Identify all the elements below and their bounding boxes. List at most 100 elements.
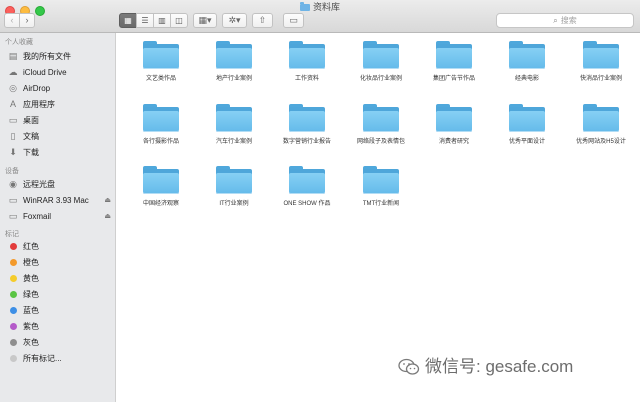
arrange-button[interactable]: ▦▾ <box>193 13 217 28</box>
folder-item[interactable]: 地产行业案例 <box>197 36 271 100</box>
folder-item[interactable]: IT行业案例 <box>197 161 271 225</box>
folder-item[interactable]: 文艺类作品 <box>124 36 198 100</box>
folder-icon <box>583 41 619 69</box>
folder-item[interactable]: 消费者研究 <box>417 99 491 163</box>
folder-name: 经典电影 <box>514 76 539 82</box>
folder-item[interactable]: 网络段子及表情包 <box>344 99 418 163</box>
sidebar-item-tag-3[interactable]: 绿色 <box>0 287 115 302</box>
drive-icon: ▭ <box>8 195 18 205</box>
sidebar-item-device-0[interactable]: ◉ 远程光盘 <box>0 177 115 192</box>
sidebar-item-tag-0[interactable]: 红色 <box>0 239 115 254</box>
sidebar-item-favorite-1[interactable]: ☁ iCloud Drive <box>0 65 115 80</box>
folder-item[interactable]: 集团广告节作品 <box>417 36 491 100</box>
folder-icon <box>289 166 325 194</box>
folder-item[interactable]: 经典电影 <box>490 36 564 100</box>
eject-icon[interactable]: ⏏ <box>104 209 111 224</box>
gear-icon: ✲▾ <box>228 15 241 25</box>
sidebar-item-favorite-2[interactable]: ◎ AirDrop <box>0 81 115 96</box>
folder-name: 工作资料 <box>294 76 319 82</box>
folder-icon <box>509 104 545 132</box>
forward-button[interactable]: › <box>19 13 35 28</box>
action-button[interactable]: ✲▾ <box>222 13 247 28</box>
folder-icon <box>143 104 179 132</box>
sidebar-item-label: 橙色 <box>23 258 39 267</box>
folder-item[interactable]: 优秀平面设计 <box>490 99 564 163</box>
folder-item[interactable]: 快消品行业案例 <box>564 36 638 100</box>
folder-name: 优秀平面设计 <box>508 139 545 145</box>
list-view-button[interactable]: ☰ <box>136 13 154 28</box>
folder-item[interactable]: 化妆品行业案例 <box>344 36 418 100</box>
folder-name: 数字营销行业报告 <box>282 139 331 145</box>
documents-icon: ▯ <box>10 131 16 141</box>
sidebar-item-label: 绿色 <box>23 290 39 299</box>
tags-heading: 标记 <box>5 231 19 238</box>
folder-name: 集团广告节作品 <box>432 76 475 82</box>
sidebar-item-label: 应用程序 <box>23 100 55 109</box>
folder-icon <box>299 2 310 11</box>
folder-icon <box>216 41 252 69</box>
tag-color-dot-icon <box>10 307 17 314</box>
tag-color-dot-icon <box>10 323 17 330</box>
sidebar-item-favorite-4[interactable]: ▭ 桌面 <box>0 113 115 128</box>
tag-button[interactable]: ▭ <box>283 13 304 28</box>
folder-item[interactable]: 优秀网站及H5设计 <box>564 99 638 163</box>
column-view-icon: ▥ <box>158 16 166 25</box>
folder-icon <box>509 41 545 69</box>
folder-icon <box>289 41 325 69</box>
sidebar-item-tag-6[interactable]: 灰色 <box>0 335 115 350</box>
folder-name: 消费者研究 <box>438 139 469 145</box>
sidebar-item-device-2[interactable]: ▭ Foxmail ⏏ <box>0 209 115 224</box>
sidebar-item-tag-2[interactable]: 黄色 <box>0 271 115 286</box>
disc-icon: ◉ <box>9 179 17 189</box>
desktop-icon: ▭ <box>8 115 18 125</box>
folder-item[interactable]: ONE SHOW 作品 <box>270 161 344 225</box>
icon-view-icon: ▦ <box>124 16 132 25</box>
tag-icon: ▭ <box>289 15 298 25</box>
sidebar-item-tag-7[interactable]: 所有标记... <box>0 351 115 366</box>
folder-item[interactable]: TMT行业新闻 <box>344 161 418 225</box>
folder-icon <box>216 104 252 132</box>
sidebar-item-tag-4[interactable]: 蓝色 <box>0 303 115 318</box>
eject-icon[interactable]: ⏏ <box>104 193 111 208</box>
folder-icon <box>363 41 399 69</box>
tag-color-dot-icon <box>10 291 17 298</box>
sidebar-item-label: Foxmail <box>23 212 52 221</box>
sidebar-item-favorite-6[interactable]: ⬇ 下载 <box>0 145 115 160</box>
sidebar: 个人收藏 设备 标记 ▤ 我的所有文件 ☁ iCloud Drive ◎ AirDrop A… <box>0 33 116 402</box>
sidebar-item-tag-5[interactable]: 紫色 <box>0 319 115 334</box>
folder-icon <box>583 104 619 132</box>
back-button[interactable]: ‹ <box>4 13 20 28</box>
sidebar-item-device-1[interactable]: ▭ WinRAR 3.93 Mac ⏏ <box>0 193 115 208</box>
folder-item[interactable]: 各行摄影作品 <box>124 99 198 163</box>
airdrop-icon: ◎ <box>9 83 17 93</box>
sidebar-item-tag-1[interactable]: 橙色 <box>0 255 115 270</box>
sidebar-item-favorite-5[interactable]: ▯ 文稿 <box>0 129 115 144</box>
folder-item[interactable]: 工作资料 <box>270 36 344 100</box>
icon-view-button[interactable]: ▦ <box>119 13 137 28</box>
coverflow-view-button[interactable]: ◫ <box>170 13 188 28</box>
folder-icon <box>143 166 179 194</box>
sidebar-item-favorite-3[interactable]: A 应用程序 <box>0 97 115 112</box>
folder-icon <box>216 166 252 194</box>
favorites-heading: 个人收藏 <box>5 39 33 46</box>
folder-item[interactable]: 数字营销行业报告 <box>270 99 344 163</box>
folder-item[interactable]: 中国经济观察 <box>124 161 198 225</box>
share-button[interactable]: ⇧ <box>252 13 273 28</box>
column-view-button[interactable]: ▥ <box>153 13 171 28</box>
wechat-logo-icon <box>398 358 420 375</box>
applications-icon: A <box>9 99 16 109</box>
list-view-icon: ☰ <box>141 16 149 25</box>
tag-color-dot-icon <box>10 259 17 266</box>
sidebar-item-label: 灰色 <box>23 338 39 347</box>
zoom-window-button[interactable] <box>35 6 45 16</box>
tag-color-dot-icon <box>10 339 17 346</box>
folder-name: 文艺类作品 <box>145 76 176 82</box>
folder-name: 汽车行业案例 <box>215 139 252 145</box>
chevron-left-icon: ‹ <box>10 15 14 25</box>
search-field[interactable]: ⌕ 搜索 <box>496 13 634 28</box>
sidebar-item-favorite-0[interactable]: ▤ 我的所有文件 <box>0 49 115 64</box>
folder-item[interactable]: 汽车行业案例 <box>197 99 271 163</box>
sidebar-item-label: 紫色 <box>23 322 39 331</box>
window-title: 资料库 <box>0 1 640 13</box>
arrange-icon: ▦▾ <box>198 15 212 25</box>
